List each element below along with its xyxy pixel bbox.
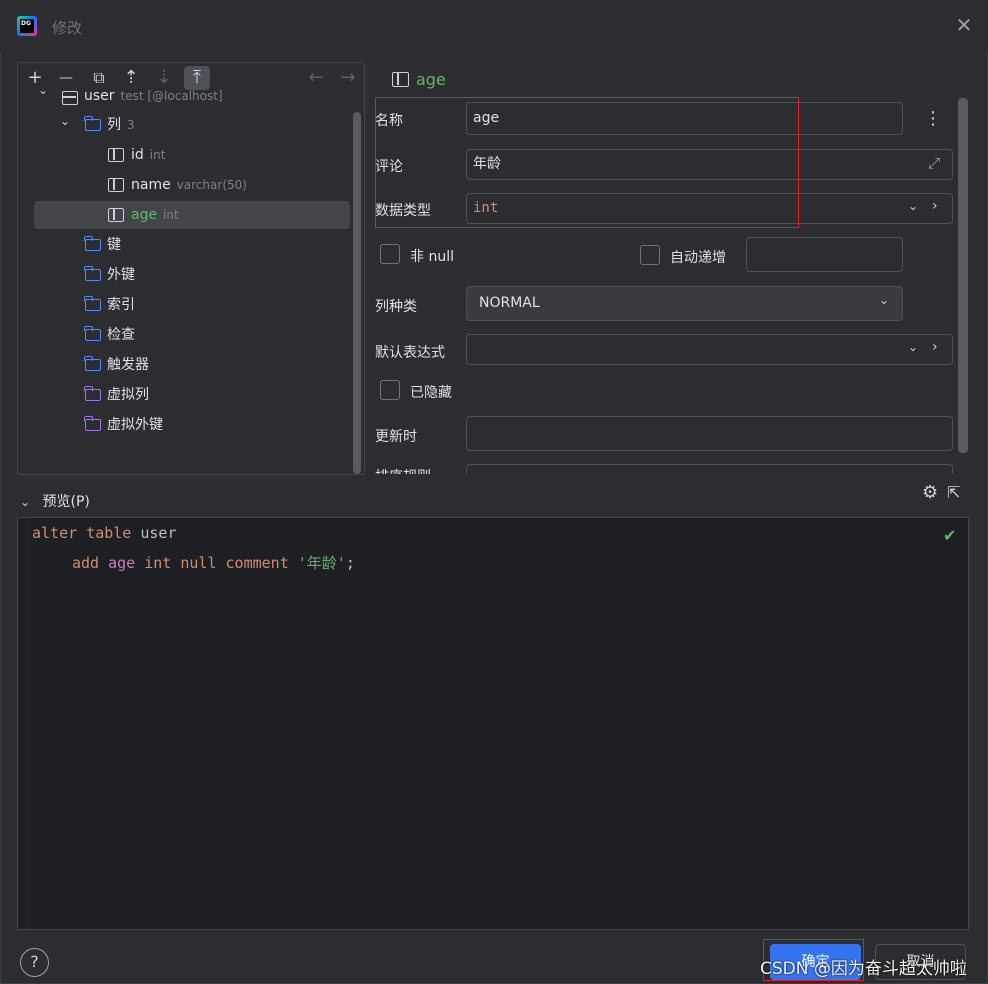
more-options-icon[interactable]: ⋮ bbox=[924, 106, 942, 132]
expand-icon[interactable]: ⤢ bbox=[928, 154, 946, 172]
hidden-checkbox[interactable] bbox=[380, 380, 400, 400]
sql-line-2: add age int null comment '年龄'; bbox=[72, 554, 355, 572]
column-icon bbox=[108, 208, 124, 222]
chevron-right-icon[interactable]: › bbox=[932, 339, 938, 355]
chevron-down-icon[interactable]: ⌄ bbox=[908, 340, 918, 354]
tree-item-virtual-columns[interactable]: 虚拟列 bbox=[34, 381, 350, 409]
column-header-title: age bbox=[416, 70, 446, 89]
sql-line-1: alter table user bbox=[32, 524, 177, 542]
tree-item-triggers[interactable]: 触发器 bbox=[34, 351, 350, 379]
collation-row-clip: 排序规则 bbox=[366, 462, 958, 474]
column-icon bbox=[108, 148, 124, 162]
auto-increment-label: 自动递增 bbox=[670, 250, 726, 266]
gutter-divider bbox=[28, 518, 29, 929]
chevron-down-icon: ⌄ bbox=[38, 83, 49, 97]
folder-icon bbox=[84, 236, 101, 251]
folder-icon bbox=[84, 296, 101, 311]
not-null-label: 非 null bbox=[410, 249, 454, 265]
highlight-box bbox=[375, 97, 799, 228]
chevron-down-icon[interactable]: ⌄ bbox=[908, 199, 918, 213]
column-icon bbox=[392, 72, 409, 87]
preview-header[interactable]: ⌄ 预览(P) bbox=[20, 491, 90, 511]
table-icon bbox=[62, 91, 78, 105]
column-count: 3 bbox=[127, 118, 135, 132]
dialog-title: 修改 bbox=[52, 19, 83, 37]
datagrip-logo-icon: DG bbox=[17, 16, 37, 36]
chevron-down-icon: ⌄ bbox=[20, 495, 31, 509]
chevron-down-icon: ⌄ bbox=[60, 114, 71, 128]
check-ok-icon: ✔ bbox=[943, 526, 957, 545]
tree-item-label: 列 bbox=[107, 117, 121, 133]
column-kind-select[interactable]: NORMAL bbox=[466, 286, 903, 321]
tree-item-type: int bbox=[149, 148, 166, 162]
folder-icon bbox=[84, 326, 101, 341]
tree-item-label: user bbox=[84, 88, 115, 104]
on-update-label: 更新时 bbox=[375, 429, 417, 445]
tree-item-sub: test [@localhost] bbox=[120, 89, 223, 103]
form-scrollbar[interactable] bbox=[958, 98, 968, 453]
tree-item-columns-folder[interactable]: ⌄ 列3 bbox=[34, 111, 350, 139]
tree-item-foreign-keys[interactable]: 外键 bbox=[34, 261, 350, 289]
folder-icon bbox=[84, 356, 101, 371]
tree-scrollbar[interactable] bbox=[353, 112, 361, 474]
watermark: CSDN @因为奋斗超太帅啦 bbox=[760, 959, 967, 979]
collation-label: 排序规则 bbox=[375, 466, 431, 474]
sql-preview[interactable]: alter table user add age int null commen… bbox=[17, 517, 969, 930]
tree-item-table-user[interactable]: ⌄ user test [@localhost] bbox=[34, 83, 350, 105]
not-null-checkbox[interactable] bbox=[380, 244, 400, 264]
folder-icon bbox=[84, 386, 101, 401]
folder-icon bbox=[84, 416, 101, 431]
tree-item-column-id[interactable]: id int bbox=[34, 141, 350, 169]
auto-increment-checkbox[interactable] bbox=[640, 245, 660, 265]
open-external-icon[interactable]: ⇱ bbox=[947, 483, 967, 503]
preview-label: 预览(P) bbox=[42, 494, 90, 510]
tree-item-indexes[interactable]: 索引 bbox=[34, 291, 350, 319]
settings-gear-icon[interactable]: ⚙ bbox=[922, 483, 942, 503]
default-expression-label: 默认表达式 bbox=[375, 345, 445, 361]
tree-item-label: age bbox=[131, 207, 158, 223]
title-bar bbox=[0, 0, 988, 52]
column-kind-label: 列种类 bbox=[375, 299, 417, 315]
tree-item-label: id bbox=[131, 147, 144, 163]
help-button[interactable]: ? bbox=[20, 948, 49, 977]
on-update-field[interactable] bbox=[466, 416, 953, 451]
tree-item-checks[interactable]: 检查 bbox=[34, 321, 350, 349]
collation-field[interactable] bbox=[466, 464, 953, 474]
auto-increment-field[interactable] bbox=[746, 237, 903, 272]
chevron-right-icon[interactable]: › bbox=[932, 198, 938, 214]
folder-icon bbox=[84, 116, 101, 131]
tree-item-keys[interactable]: 键 bbox=[34, 231, 350, 259]
folder-icon bbox=[84, 266, 101, 281]
tree-item-column-age[interactable]: age int bbox=[34, 201, 350, 229]
chevron-down-icon: ⌄ bbox=[879, 293, 890, 307]
tree-item-type: int bbox=[163, 208, 179, 222]
close-icon[interactable]: ✕ bbox=[955, 15, 973, 35]
column-icon bbox=[108, 178, 124, 192]
tree-item-label: name bbox=[131, 177, 171, 193]
tree-item-type: varchar(50) bbox=[176, 178, 247, 192]
default-expression-field[interactable] bbox=[466, 334, 953, 365]
hidden-label: 已隐藏 bbox=[410, 385, 452, 401]
tree-item-virtual-foreign-keys[interactable]: 虚拟外键 bbox=[34, 411, 350, 439]
tree-item-column-name[interactable]: name varchar(50) bbox=[34, 171, 350, 199]
